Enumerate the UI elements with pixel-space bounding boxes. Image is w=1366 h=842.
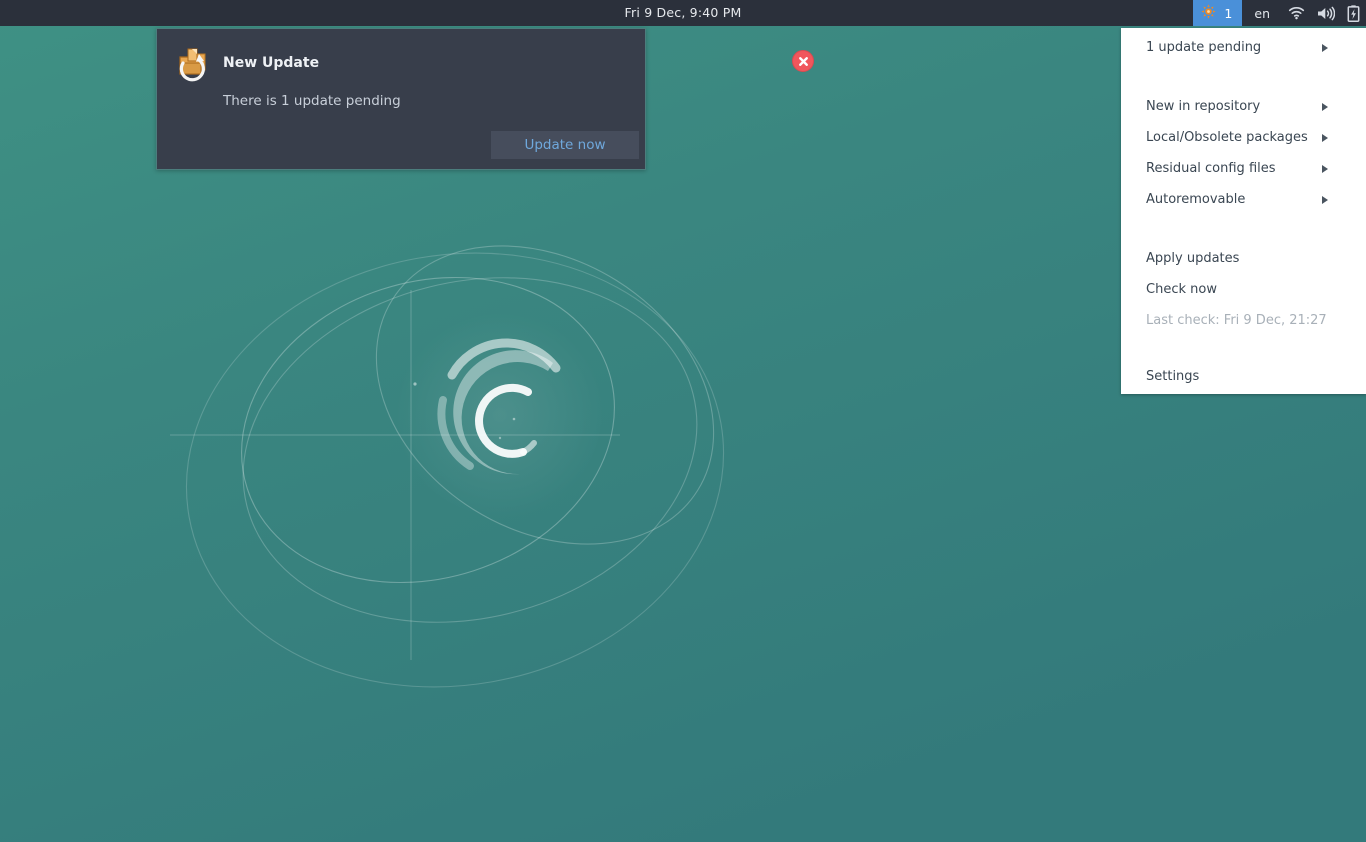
menu-item-new-in-repository[interactable]: New in repository xyxy=(1121,91,1366,122)
system-tray: 1 en xyxy=(1193,0,1366,26)
package-update-icon xyxy=(173,45,211,83)
chevron-right-icon xyxy=(1322,195,1328,204)
close-icon[interactable] xyxy=(792,50,814,72)
chevron-right-icon xyxy=(1322,164,1328,173)
wifi-icon[interactable] xyxy=(1282,0,1311,26)
volume-icon[interactable] xyxy=(1311,0,1341,26)
menu-item-local-obsolete-packages[interactable]: Local/Obsolete packages xyxy=(1121,122,1366,153)
menu-item-label: Check now xyxy=(1146,282,1217,297)
chevron-right-icon xyxy=(1322,43,1328,52)
update-count: 1 xyxy=(1224,5,1233,21)
menu-item-check-now[interactable]: Check now xyxy=(1121,274,1366,305)
menu-item-residual-config-files[interactable]: Residual config files xyxy=(1121,153,1366,184)
notification-body: There is 1 update pending xyxy=(223,93,401,109)
menu-item-last-check: Last check: Fri 9 Dec, 21:27 xyxy=(1121,305,1366,336)
menu-item-pending-updates[interactable]: 1 update pending xyxy=(1121,32,1366,63)
menu-item-apply-updates[interactable]: Apply updates xyxy=(1121,243,1366,274)
desktop[interactable]: Fri 9 Dec, 9:40 PM 1 en New Update There… xyxy=(0,0,1366,842)
chevron-right-icon xyxy=(1322,102,1328,111)
menu-item-label: New in repository xyxy=(1146,99,1261,114)
menu-item-autoremovable[interactable]: Autoremovable xyxy=(1121,184,1366,215)
menu-item-label: Settings xyxy=(1146,369,1200,384)
last-check-label: Last check: Fri 9 Dec, 21:27 xyxy=(1146,313,1327,328)
battery-charging-icon[interactable] xyxy=(1341,0,1366,26)
notification-title: New Update xyxy=(223,55,320,71)
menu-separator-2 xyxy=(1121,215,1366,243)
update-notification[interactable]: New Update There is 1 update pending Upd… xyxy=(156,28,814,170)
chevron-right-icon xyxy=(1322,133,1328,142)
clock[interactable]: Fri 9 Dec, 9:40 PM xyxy=(0,0,1366,26)
menu-separator-1 xyxy=(1121,63,1366,91)
menu-item-label: Residual config files xyxy=(1146,161,1276,176)
menu-item-label: Local/Obsolete packages xyxy=(1146,130,1308,145)
update-sun-icon xyxy=(1201,4,1217,22)
menu-item-settings[interactable]: Settings xyxy=(1121,361,1366,392)
menu-item-label: Apply updates xyxy=(1146,251,1240,266)
menu-separator-3 xyxy=(1121,336,1366,361)
keyboard-layout-indicator[interactable]: en xyxy=(1242,0,1282,26)
top-panel: Fri 9 Dec, 9:40 PM 1 en xyxy=(0,0,1366,26)
update-manager-menu[interactable]: 1 update pending New in repository Local… xyxy=(1121,28,1366,394)
update-now-button[interactable]: Update now xyxy=(491,131,639,159)
tray-update-indicator[interactable]: 1 xyxy=(1193,0,1243,26)
menu-item-label: Autoremovable xyxy=(1146,192,1246,207)
menu-item-label: 1 update pending xyxy=(1146,40,1262,55)
